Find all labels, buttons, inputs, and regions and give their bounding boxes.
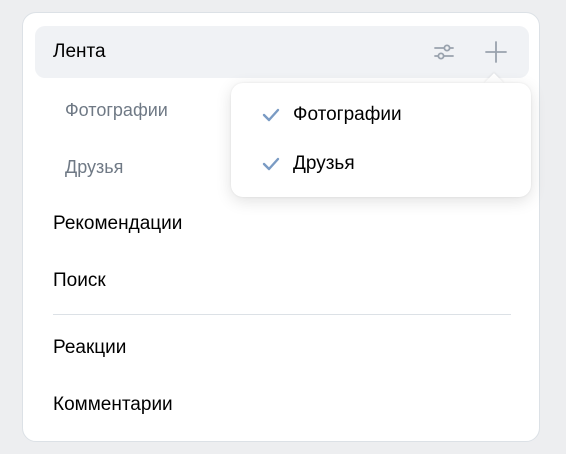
dropdown-item-friends[interactable]: Друзья [231, 140, 531, 188]
plus-icon[interactable] [483, 39, 509, 65]
settings-sliders-icon[interactable] [431, 39, 457, 65]
menu-item-reactions-label: Реакции [53, 337, 127, 358]
dropdown-item-photos[interactable]: Фотографии [231, 91, 531, 139]
menu-item-photos-label: Фотографии [65, 99, 168, 120]
dropdown-item-photos-label: Фотографии [293, 104, 402, 125]
menu-item-recommendations[interactable]: Рекомендации [35, 198, 529, 250]
dropdown-item-friends-label: Друзья [293, 153, 355, 174]
check-icon [261, 154, 281, 174]
menu-item-feed[interactable]: Лента [35, 26, 529, 78]
menu-item-friends-label: Друзья [65, 156, 124, 177]
menu-item-search[interactable]: Поиск [35, 255, 529, 307]
menu-item-reactions[interactable]: Реакции [35, 322, 529, 374]
check-icon [261, 105, 281, 125]
feed-menu-card: Лента Фотографии Друзья Рекомендации Пои… [22, 12, 540, 442]
menu-item-search-label: Поиск [53, 270, 106, 291]
menu-item-comments-label: Комментарии [53, 394, 173, 415]
menu-divider [53, 314, 511, 315]
menu-item-comments[interactable]: Комментарии [35, 379, 529, 431]
menu-item-feed-label: Лента [53, 41, 106, 62]
feed-actions [431, 26, 509, 78]
menu-item-recommendations-label: Рекомендации [53, 213, 183, 234]
filter-dropdown: Фотографии Друзья [231, 83, 531, 197]
